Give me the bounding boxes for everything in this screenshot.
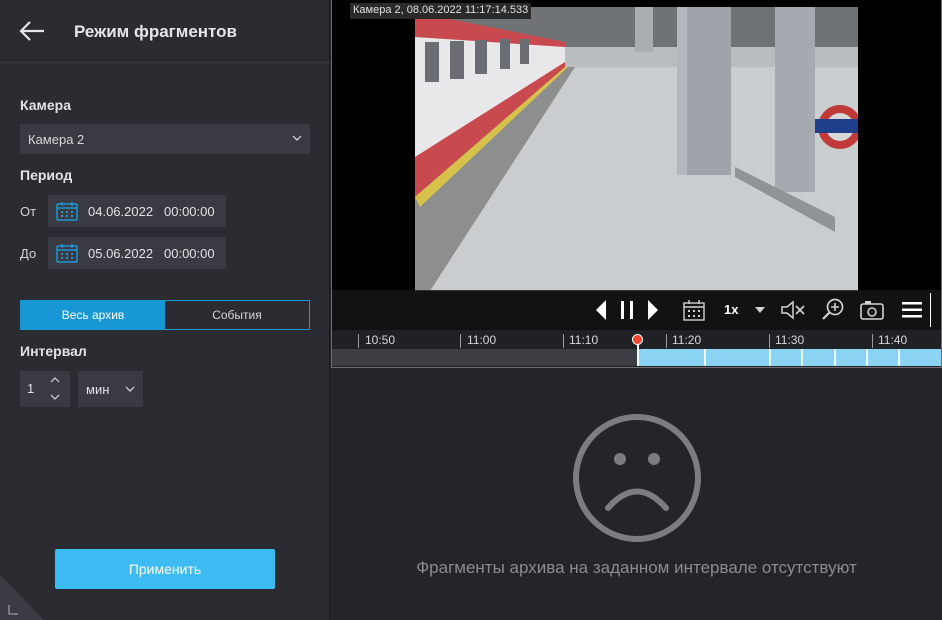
chevron-down-icon[interactable] [755, 307, 765, 314]
to-date-field[interactable]: 05.06.2022 00:00:00 [48, 237, 226, 269]
fragment-separator [834, 349, 836, 366]
interval-value: 1 [27, 381, 35, 396]
timeline-label: 11:40 [878, 333, 908, 347]
fragment-separator [769, 349, 771, 366]
camera-image [415, 7, 858, 291]
fragment-separator [704, 349, 706, 366]
interval-unit-value: мин [86, 382, 110, 397]
timeline-tick [872, 334, 873, 348]
interval-stepper[interactable]: 1 [20, 371, 70, 407]
timeline-label: 11:30 [775, 333, 805, 347]
calendar-icon[interactable] [56, 201, 78, 221]
video-player[interactable]: Камера 2, 08.06.2022 11:17:14.533 1x 10:… [331, 0, 942, 368]
panel-header: Режим фрагментов [0, 0, 330, 63]
settings-panel: Режим фрагментов Камера Камера 2 Период … [0, 0, 330, 620]
controls-divider [930, 293, 931, 327]
fragments-mode-window: Режим фрагментов Камера Камера 2 Период … [0, 0, 942, 620]
prev-frame-icon[interactable] [595, 299, 607, 321]
pause-icon[interactable] [619, 300, 635, 320]
menu-icon[interactable] [902, 301, 922, 319]
sad-face-icon [573, 414, 701, 542]
timeline-label: 11:00 [467, 333, 497, 347]
chevron-up-icon[interactable] [50, 376, 60, 384]
tab-whole-archive[interactable]: Весь архив [21, 301, 165, 329]
fragment-separator [801, 349, 803, 366]
fragment-separator [898, 349, 900, 366]
to-time: 00:00:00 [164, 246, 215, 261]
calendar-icon[interactable] [56, 243, 78, 263]
tab-events[interactable]: События [165, 301, 309, 329]
timeline[interactable]: 10:50 11:00 11:10 11:20 11:30 11:40 [332, 330, 941, 367]
archive-mode-toggle: Весь архив События [20, 300, 310, 330]
video-frame [415, 7, 858, 291]
chevron-down-icon [292, 135, 302, 141]
archive-available-range[interactable] [638, 349, 941, 366]
timeline-tick [460, 334, 461, 348]
playhead-handle[interactable] [632, 334, 643, 345]
camera-timestamp-caption: Камера 2, 08.06.2022 11:17:14.533 [350, 3, 532, 19]
to-date: 05.06.2022 [88, 246, 154, 261]
timeline-tick [769, 334, 770, 348]
timeline-label: 11:10 [569, 333, 599, 347]
interval-label: Интервал [20, 343, 87, 359]
from-date-field[interactable]: 04.06.2022 00:00:00 [48, 195, 226, 227]
timeline-tick [358, 334, 359, 348]
zoom-icon[interactable] [821, 297, 845, 321]
apply-button[interactable]: Применить [55, 549, 275, 589]
from-time: 00:00:00 [164, 204, 215, 219]
from-label: От [20, 204, 37, 219]
period-label: Период [20, 167, 73, 183]
camera-select-value: Камера 2 [28, 132, 85, 147]
snapshot-icon[interactable] [860, 300, 884, 320]
camera-label: Камера [20, 97, 71, 113]
to-label: До [20, 246, 37, 261]
mute-icon[interactable] [780, 299, 806, 321]
chevron-down-icon[interactable] [50, 393, 60, 401]
arrow-left-icon[interactable] [19, 20, 45, 42]
resize-corner-icon[interactable] [0, 575, 44, 620]
speed-value[interactable]: 1x [724, 302, 738, 317]
timeline-tick [563, 334, 564, 348]
timeline-label: 10:50 [365, 333, 396, 347]
playback-controls: 1x [332, 290, 941, 330]
from-date: 04.06.2022 [88, 204, 154, 219]
interval-unit-select[interactable]: мин [78, 371, 143, 407]
fragment-separator [866, 349, 868, 366]
camera-select[interactable]: Камера 2 [20, 124, 310, 154]
calendar-icon[interactable] [683, 299, 705, 321]
timeline-tick [666, 334, 667, 348]
timeline-label: 11:20 [672, 333, 702, 347]
chevron-down-icon [125, 386, 135, 392]
empty-state-message: Фрагменты архива на заданном интервале о… [416, 558, 857, 577]
page-title: Режим фрагментов [74, 22, 237, 41]
next-frame-icon[interactable] [647, 299, 659, 321]
